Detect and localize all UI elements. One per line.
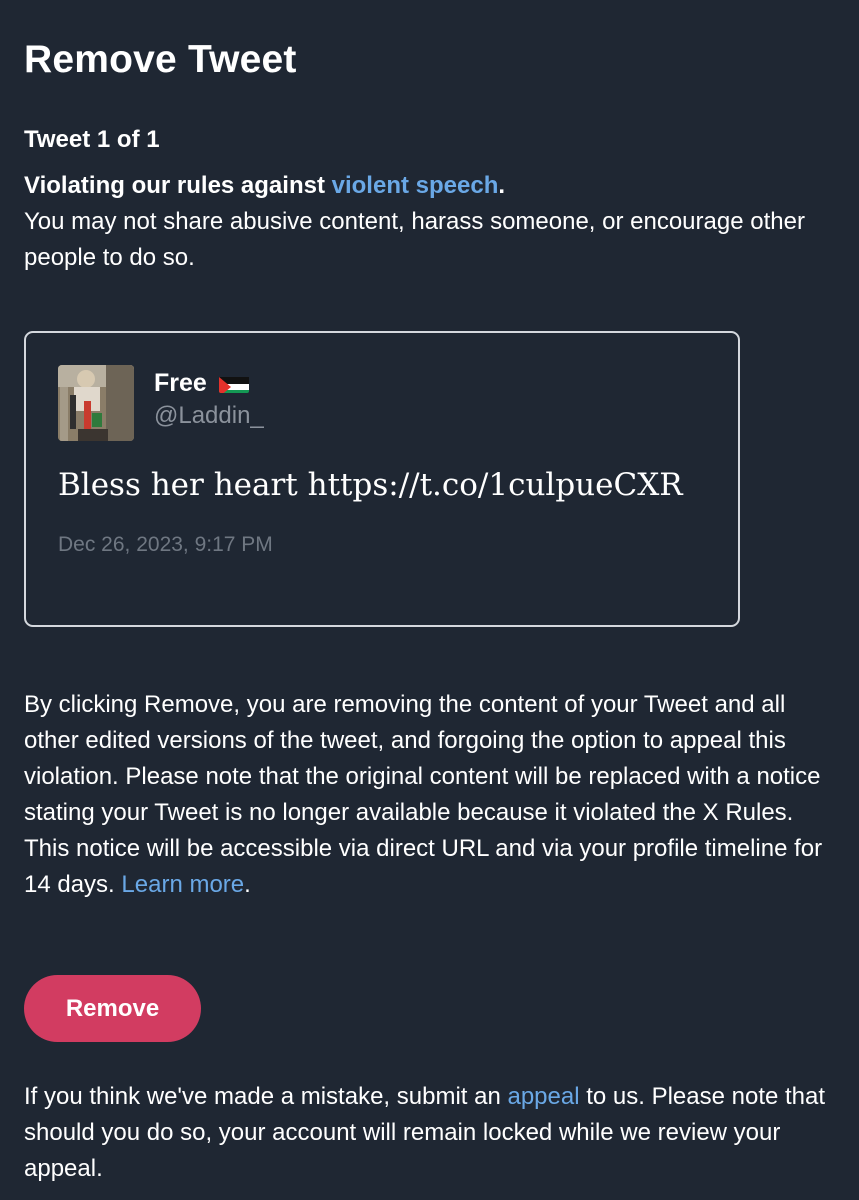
violation-heading-period: . — [498, 172, 506, 199]
tweet-card: Free @Laddin_ Bless her heart https://t.… — [24, 331, 740, 627]
violation-description: You may not share abusive content, haras… — [24, 208, 805, 271]
display-name: Free — [154, 369, 207, 397]
learn-more-link[interactable]: Learn more — [121, 871, 244, 898]
palestine-flag-icon — [218, 373, 249, 393]
tweet-counter: Tweet 1 of 1 — [24, 126, 160, 153]
avatar — [58, 365, 134, 441]
tweet-timestamp: Dec 26, 2023, 9:17 PM — [58, 533, 273, 556]
removal-notice: By clicking Remove, you are removing the… — [24, 687, 836, 903]
violation-heading: Violating our rules against violent spee… — [24, 168, 824, 204]
page-title: Remove Tweet — [24, 38, 297, 81]
appeal-notice-prefix: If you think we've made a mistake, submi… — [24, 1083, 508, 1110]
remove-button[interactable]: Remove — [24, 975, 201, 1042]
display-name-row: Free — [154, 367, 249, 399]
violation-heading-text: Violating our rules against — [24, 172, 332, 199]
tweet-text: Bless her heart https://t.co/1culpueCXR — [58, 467, 683, 503]
removal-notice-period: . — [244, 871, 251, 898]
violent-speech-link[interactable]: violent speech — [332, 172, 499, 199]
appeal-link[interactable]: appeal — [507, 1083, 579, 1110]
appeal-notice: If you think we've made a mistake, submi… — [24, 1079, 836, 1187]
user-handle: @Laddin_ — [154, 402, 264, 429]
removal-notice-text: By clicking Remove, you are removing the… — [24, 691, 823, 898]
violation-section: Violating our rules against violent spee… — [24, 168, 824, 276]
